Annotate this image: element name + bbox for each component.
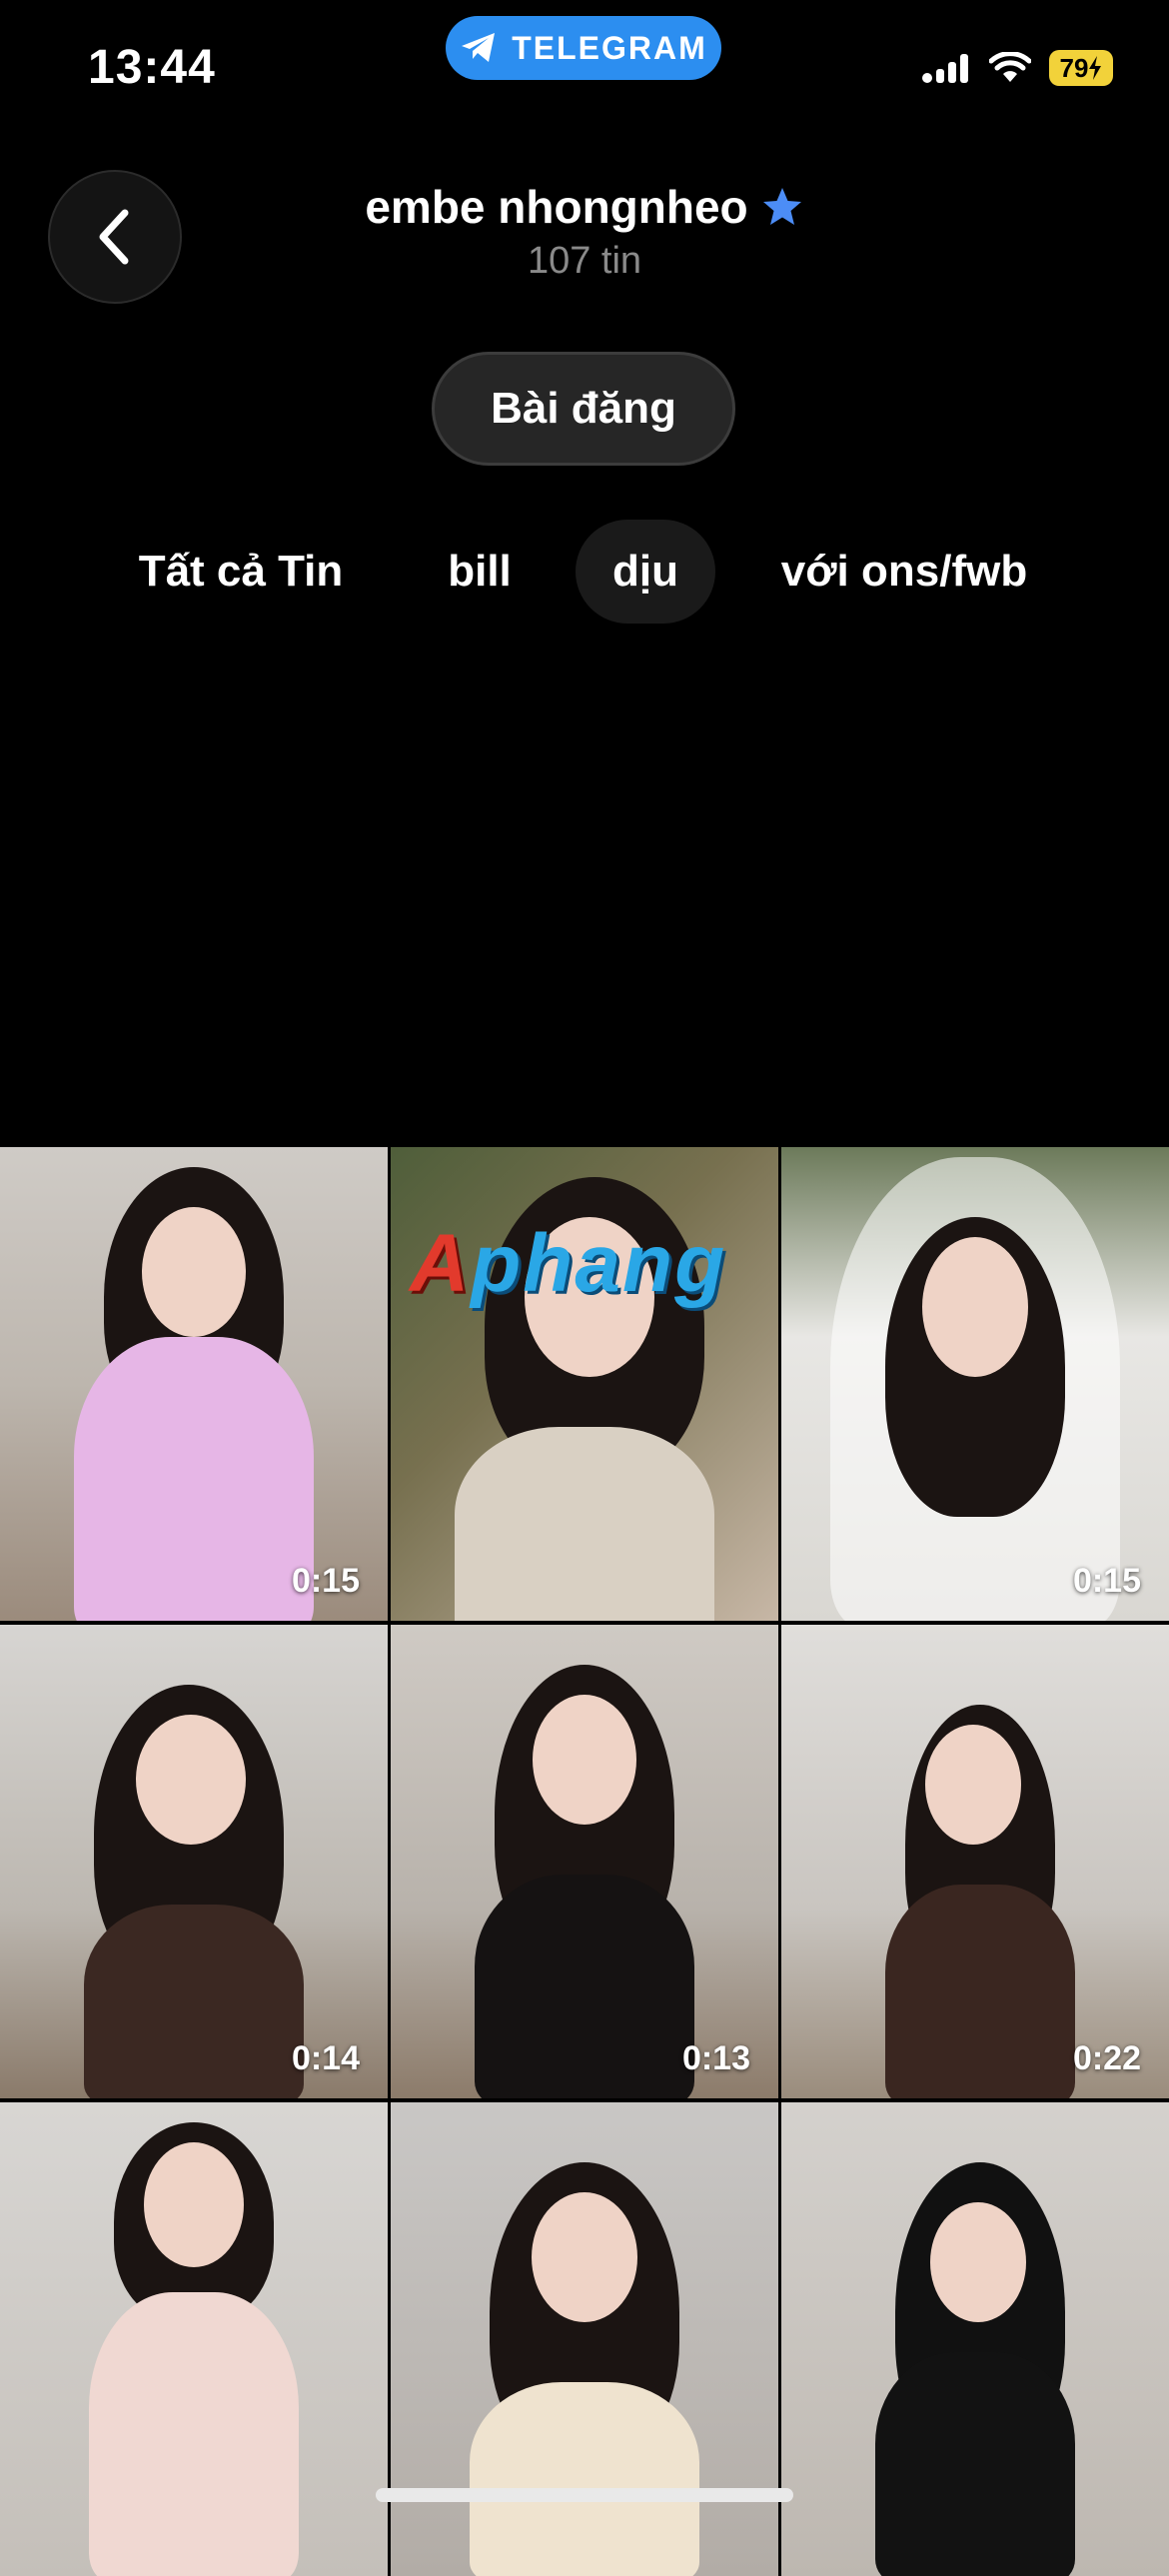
thumbnail-figure bbox=[855, 1705, 1095, 2098]
media-tile[interactable] bbox=[781, 2102, 1169, 2576]
status-icons: 79 bbox=[921, 50, 1113, 86]
video-duration: 0:15 bbox=[1072, 1562, 1141, 1600]
thumbnail-figure bbox=[830, 1157, 1120, 1621]
tab-bill[interactable]: bill bbox=[420, 520, 540, 624]
watermark-first-letter: A bbox=[410, 1218, 472, 1309]
signal-icon bbox=[922, 54, 968, 83]
telegram-plane-icon bbox=[462, 33, 496, 62]
video-duration: 0:14 bbox=[291, 2039, 360, 2077]
thumbnail-figure bbox=[64, 1167, 324, 1621]
media-tile[interactable]: 0:15 bbox=[781, 1147, 1169, 1621]
video-duration: 0:22 bbox=[1072, 2039, 1141, 2077]
thumbnail-figure bbox=[64, 1685, 324, 2098]
thumbnail-figure bbox=[450, 2162, 719, 2576]
media-tile[interactable]: 0:15 bbox=[0, 1147, 388, 1621]
tab-diu[interactable]: dịu bbox=[576, 520, 715, 624]
clock: 13:44 bbox=[88, 41, 216, 94]
thumbnail-figure bbox=[69, 2122, 319, 2576]
profile-title: embe nhongnheo bbox=[365, 180, 803, 234]
profile-name: embe nhongnheo bbox=[365, 181, 748, 233]
star-icon bbox=[762, 188, 801, 225]
video-duration: 0:15 bbox=[291, 1562, 360, 1600]
wifi-icon bbox=[989, 52, 1031, 82]
home-indicator[interactable] bbox=[376, 2488, 793, 2502]
watermark-rest: phang bbox=[471, 1218, 727, 1309]
video-duration: 0:13 bbox=[681, 2039, 750, 2077]
watermark-logo: Aphang bbox=[410, 1217, 726, 1311]
media-tile[interactable] bbox=[0, 2102, 388, 2576]
status-bar: 13:44 TELEGRAM 79 bbox=[0, 0, 1169, 120]
battery-level: 79 bbox=[1059, 52, 1089, 83]
telegram-pill[interactable]: TELEGRAM bbox=[446, 16, 721, 80]
story-tabs: Tất cả Tin bill dịu với ons/fwb bbox=[0, 520, 1169, 624]
thumbnail-figure bbox=[850, 2162, 1100, 2576]
tab-all-stories[interactable]: Tất cả Tin bbox=[112, 520, 370, 624]
media-tile[interactable]: 0:14 bbox=[0, 1625, 388, 2098]
thumbnail-figure bbox=[455, 1665, 714, 2098]
media-tile[interactable]: 0:22 bbox=[781, 1625, 1169, 2098]
profile-header: embe nhongnheo 107 tin bbox=[0, 180, 1169, 283]
media-tile[interactable] bbox=[391, 2102, 778, 2576]
story-count: 107 tin bbox=[527, 240, 642, 282]
tab-ons-fwb[interactable]: với ons/fwb bbox=[761, 520, 1047, 624]
media-tile[interactable]: 0:13 bbox=[391, 1625, 778, 2098]
charging-bolt-icon bbox=[1089, 56, 1102, 80]
battery-indicator: 79 bbox=[1049, 50, 1113, 86]
posts-button[interactable]: Bài đăng bbox=[432, 352, 735, 466]
telegram-pill-label: TELEGRAM bbox=[512, 29, 707, 66]
